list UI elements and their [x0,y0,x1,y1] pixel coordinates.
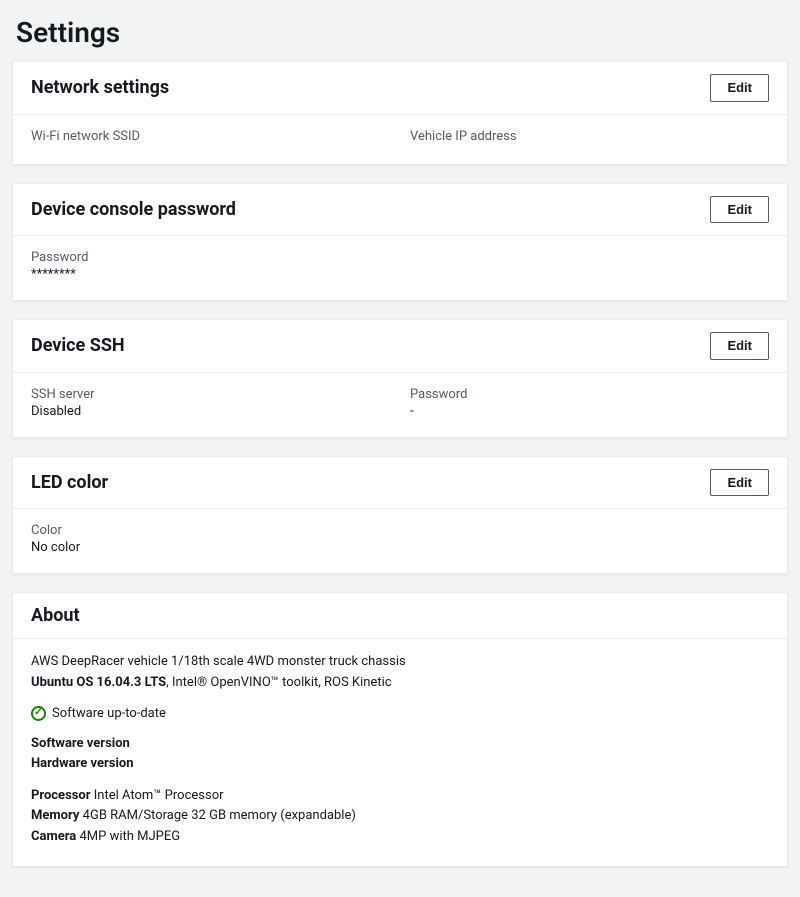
panel-title-about: About [31,605,80,626]
about-processor-value: Intel Atom™ Processor [94,788,224,803]
panel-title-network: Network settings [31,77,169,98]
about-memory: Memory 4GB RAM/Storage 32 GB memory (exp… [31,807,769,825]
about-camera-value: 4MP with MJPEG [80,829,181,844]
about-camera-label: Camera [31,829,76,844]
panel-header-network: Network settings Edit [13,62,787,115]
edit-led-button[interactable]: Edit [710,469,769,497]
about-processor-label: Processor [31,788,91,803]
panel-title-led-color: LED color [31,472,108,493]
about-os-bold: Ubuntu OS 16.04.3 LTS [31,675,166,690]
vehicle-ip-label: Vehicle IP address [410,129,769,144]
about-hardware-version-label: Hardware version [31,756,134,771]
about-os: Ubuntu OS 16.04.3 LTS, Intel® OpenVINO™ … [31,674,769,692]
check-circle-icon [31,706,46,721]
about-memory-value: 4GB RAM/Storage 32 GB memory (expandable… [83,808,356,823]
about-software-status-text: Software up-to-date [52,706,166,721]
wifi-ssid-label: Wi-Fi network SSID [31,129,390,144]
console-password-value: ******** [31,267,769,282]
about-chassis: AWS DeepRacer vehicle 1/18th scale 4WD m… [31,653,769,671]
about-os-rest: , Intel® OpenVINO™ toolkit, ROS Kinetic [166,675,391,690]
about-memory-label: Memory [31,808,79,823]
edit-ssh-button[interactable]: Edit [710,332,769,360]
panel-title-device-ssh: Device SSH [31,335,125,356]
ssh-server-label: SSH server [31,387,390,402]
panel-network-settings: Network settings Edit Wi-Fi network SSID… [12,61,788,165]
led-color-label: Color [31,523,769,538]
led-color-value: No color [31,540,769,555]
panel-header-led-color: LED color Edit [13,457,787,510]
ssh-password-label: Password [410,387,769,402]
edit-console-password-button[interactable]: Edit [710,196,769,224]
about-software-version-label: Software version [31,736,130,751]
ssh-server-value: Disabled [31,404,390,419]
about-software-status: Software up-to-date [31,706,769,721]
panel-device-ssh: Device SSH Edit SSH server Disabled Pass… [12,319,788,438]
panel-about: About AWS DeepRacer vehicle 1/18th scale… [12,592,788,866]
page-title: Settings [16,16,784,49]
edit-network-button[interactable]: Edit [710,74,769,102]
panel-led-color: LED color Edit Color No color [12,456,788,575]
panel-title-console-password: Device console password [31,199,236,220]
panel-header-console-password: Device console password Edit [13,184,787,237]
about-camera: Camera 4MP with MJPEG [31,828,769,846]
panel-console-password: Device console password Edit Password **… [12,183,788,302]
panel-header-about: About [13,593,787,639]
panel-header-device-ssh: Device SSH Edit [13,320,787,373]
ssh-password-value: - [410,404,769,419]
about-processor: Processor Intel Atom™ Processor [31,787,769,805]
console-password-label: Password [31,250,769,265]
